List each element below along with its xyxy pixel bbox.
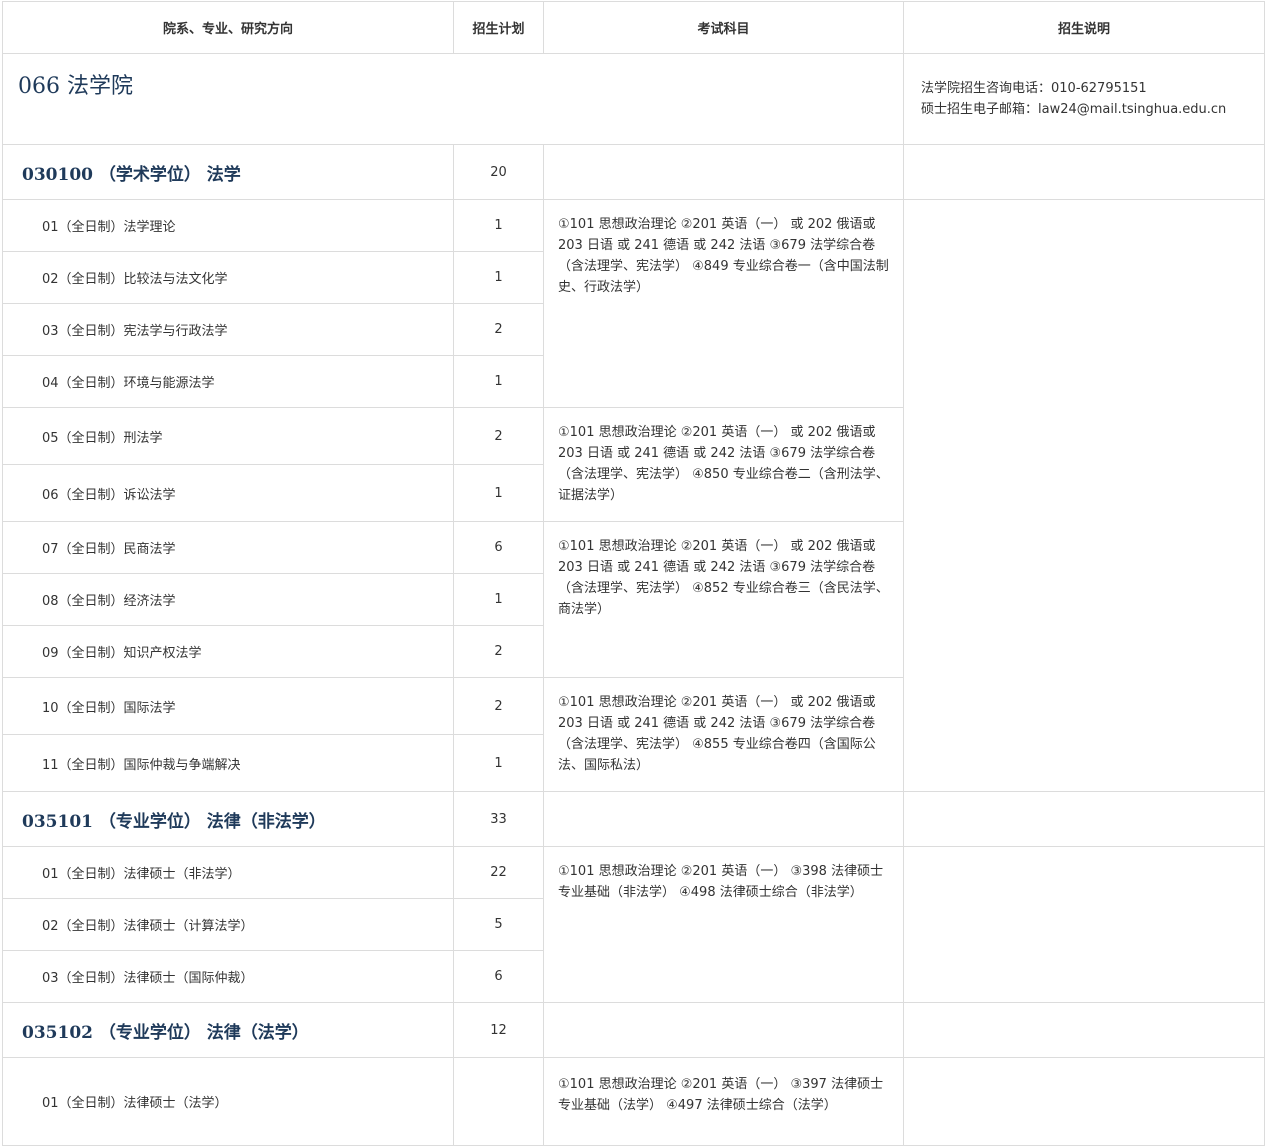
- direction-name: 03（全日制）宪法学与行政法学: [2, 303, 454, 356]
- direction-name: 05（全日制）刑法学: [2, 407, 454, 465]
- header-plan: 招生计划: [453, 1, 544, 54]
- direction-plan: 1: [453, 734, 544, 792]
- direction-name: 03（全日制）法律硕士（国际仲裁）: [2, 950, 454, 1003]
- exam-subjects: ①101 思想政治理论 ②201 英语（一） 或 202 俄语或 203 日语 …: [543, 677, 904, 792]
- exam-subjects: ①101 思想政治理论 ②201 英语（一） ③397 法律硕士专业基础（法学）…: [543, 1057, 904, 1146]
- major-title: 035102 （专业学位） 法律（法学）: [2, 1002, 454, 1058]
- direction-name: 09（全日制）知识产权法学: [2, 625, 454, 678]
- direction-plan: 2: [453, 407, 544, 465]
- header-row: 院系、专业、研究方向 招生计划 考试科目 招生说明: [2, 1, 1265, 54]
- header-department: 院系、专业、研究方向: [2, 1, 454, 54]
- direction-name: 02（全日制）法律硕士（计算法学）: [2, 898, 454, 951]
- direction-name: 07（全日制）民商法学: [2, 521, 454, 574]
- major-title: 035101 （专业学位） 法律（非法学）: [2, 791, 454, 847]
- exam-subjects: ①101 思想政治理论 ②201 英语（一） 或 202 俄语或 203 日语 …: [543, 199, 904, 408]
- notes-cell: [903, 1057, 1265, 1146]
- admissions-table: 院系、专业、研究方向 招生计划 考试科目 招生说明 066 法学院 法学院招生咨…: [2, 1, 1265, 1146]
- direction-row: 01（全日制）法学理论 1 ①101 思想政治理论 ②201 英语（一） 或 2…: [2, 199, 1265, 792]
- major-row: 035102 （专业学位） 法律（法学） 12: [2, 1002, 1265, 1058]
- direction-plan: 2: [453, 677, 544, 735]
- exam-subjects: ①101 思想政治理论 ②201 英语（一） ③398 法律硕士专业基础（非法学…: [543, 846, 904, 1003]
- direction-name: 01（全日制）法学理论: [2, 199, 454, 252]
- department-contact: 法学院招生咨询电话：010-62795151 硕士招生电子邮箱：law24@ma…: [903, 53, 1265, 145]
- direction-plan: 1: [453, 251, 544, 304]
- direction-plan: 1: [453, 355, 544, 408]
- exam-subjects: ①101 思想政治理论 ②201 英语（一） 或 202 俄语或 203 日语 …: [543, 521, 904, 678]
- header-notes: 招生说明: [903, 1, 1265, 54]
- direction-name: 08（全日制）经济法学: [2, 573, 454, 626]
- direction-plan: 5: [453, 898, 544, 951]
- direction-name: 04（全日制）环境与能源法学: [2, 355, 454, 408]
- direction-row: 01（全日制）法律硕士（非法学） 22 ①101 思想政治理论 ②201 英语（…: [2, 846, 1265, 1003]
- direction-plan: 1: [453, 464, 544, 522]
- direction-name: 11（全日制）国际仲裁与争端解决: [2, 734, 454, 792]
- direction-name: 06（全日制）诉讼法学: [2, 464, 454, 522]
- direction-plan: [453, 1057, 544, 1146]
- notes-cell: [903, 199, 1265, 792]
- header-exam: 考试科目: [543, 1, 904, 54]
- major-plan: 12: [453, 1002, 544, 1058]
- major-title: 030100 （学术学位） 法学: [2, 144, 454, 200]
- direction-plan: 6: [453, 950, 544, 1003]
- department-row: 066 法学院 法学院招生咨询电话：010-62795151 硕士招生电子邮箱：…: [2, 53, 1265, 145]
- major-row: 030100 （学术学位） 法学 20: [2, 144, 1265, 200]
- direction-name: 02（全日制）比较法与法文化学: [2, 251, 454, 304]
- direction-name: 01（全日制）法律硕士（非法学）: [2, 846, 454, 899]
- direction-plan: 22: [453, 846, 544, 899]
- major-plan: 20: [453, 144, 544, 200]
- direction-plan: 2: [453, 625, 544, 678]
- contact-email: 硕士招生电子邮箱：law24@mail.tsinghua.edu.cn: [921, 102, 1227, 117]
- contact-phone: 法学院招生咨询电话：010-62795151: [921, 81, 1147, 96]
- direction-plan: 1: [453, 199, 544, 252]
- major-plan: 33: [453, 791, 544, 847]
- direction-plan: 2: [453, 303, 544, 356]
- exam-subjects: ①101 思想政治理论 ②201 英语（一） 或 202 俄语或 203 日语 …: [543, 407, 904, 522]
- direction-name: 01（全日制）法律硕士（法学）: [2, 1057, 454, 1146]
- notes-cell: [903, 846, 1265, 1003]
- direction-plan: 1: [453, 573, 544, 626]
- direction-plan: 6: [453, 521, 544, 574]
- direction-row: 01（全日制）法律硕士（法学） ①101 思想政治理论 ②201 英语（一） ③…: [2, 1057, 1265, 1146]
- direction-name: 10（全日制）国际法学: [2, 677, 454, 735]
- department-name: 066 法学院: [2, 53, 904, 145]
- major-row: 035101 （专业学位） 法律（非法学） 33: [2, 791, 1265, 847]
